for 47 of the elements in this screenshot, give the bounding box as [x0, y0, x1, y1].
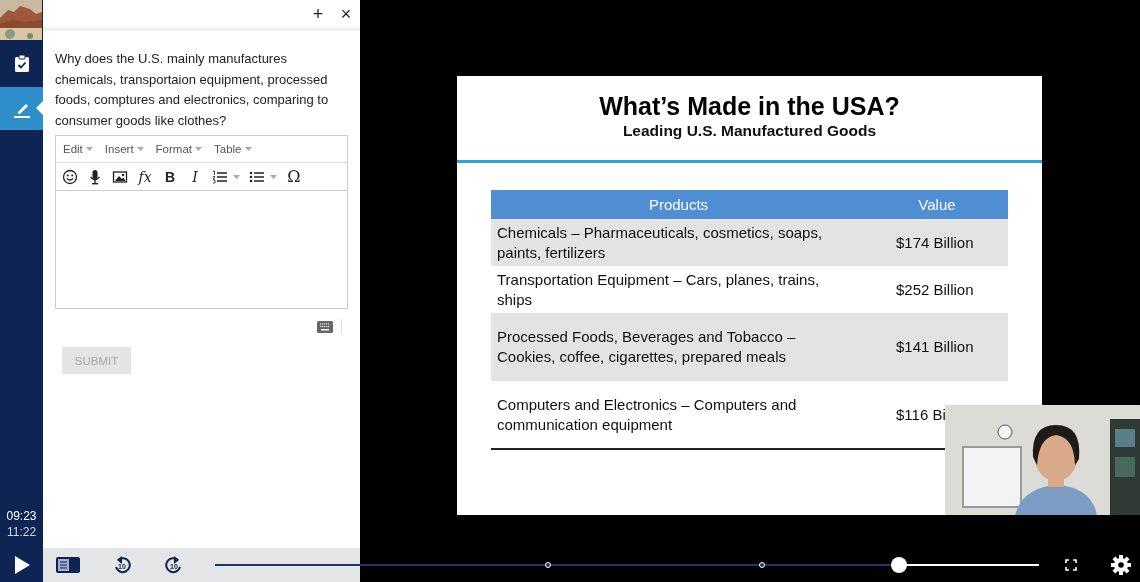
caret-icon [244, 147, 252, 151]
slide-subtitle: Leading U.S. Manufactured Goods [622, 122, 877, 140]
column-header: Products [491, 190, 866, 219]
formula-button[interactable]: fx [137, 166, 153, 187]
menu-button[interactable]: Table [214, 143, 252, 155]
table-cell: Chemicals – Pharmaceuticals, cosmetics, soaps, paints, fertilizers [491, 219, 866, 266]
caret-icon [85, 147, 93, 151]
italic-button[interactable]: I [187, 166, 203, 187]
chapter-marker [759, 562, 766, 568]
menu-button[interactable]: Format [155, 143, 202, 155]
fullscreen-icon [1065, 559, 1077, 571]
table-cell: $116 Bi [866, 381, 1008, 449]
table-cell: $174 Billion [866, 219, 1008, 266]
keyboard-icon[interactable] [317, 321, 333, 333]
smiley-icon [62, 168, 78, 185]
column-header: Value [866, 190, 1008, 219]
clipboard-check-icon [12, 53, 31, 74]
question-text: Why does the U.S. mainly manufactures chemicals, transportaion equipment, processed foods, comptures and electronics, comparing to consumer goods like clothes? [55, 50, 330, 130]
bold-button[interactable]: B [162, 166, 178, 187]
microphone-icon [87, 168, 103, 185]
total-time: 11:22 [5, 524, 38, 540]
progress-thumb[interactable] [890, 557, 907, 573]
settings-icon [1111, 555, 1131, 575]
transcript-button[interactable] [56, 557, 80, 573]
table-cell: $252 Billion [866, 266, 1008, 313]
caret-icon [195, 147, 202, 151]
forward-icon [165, 556, 183, 574]
numbered-list-icon [212, 168, 228, 185]
rewind-icon [113, 556, 131, 574]
table-cell: $141 Billion [866, 313, 1008, 381]
settings-button[interactable] [1111, 555, 1131, 575]
table-cell: Transportation Equipment – Cars, planes, trains, ships [491, 266, 866, 313]
menu-button[interactable]: Insert [104, 143, 144, 155]
fullscreen-button[interactable] [1065, 559, 1077, 571]
chapter-marker [544, 562, 551, 568]
table-cell: Computers and Electronics – Computers and communication equipment [491, 381, 866, 449]
special-character-button[interactable]: Ω [286, 166, 302, 187]
transcript-icon [56, 557, 80, 573]
slide-title: What’s Made in the USA? [599, 92, 900, 121]
play-icon [13, 555, 30, 575]
menu-button[interactable]: Edit [63, 143, 93, 155]
elapsed-time: 09:23 [5, 508, 38, 524]
caret-icon [136, 147, 144, 151]
add-button[interactable]: + [310, 4, 326, 24]
image-icon [112, 168, 128, 185]
table-cell: Processed Foods, Beverages and Tobacco – Cookies, coffee, cigarettes, prepared meals [491, 313, 866, 381]
close-button[interactable]: × [338, 4, 354, 24]
